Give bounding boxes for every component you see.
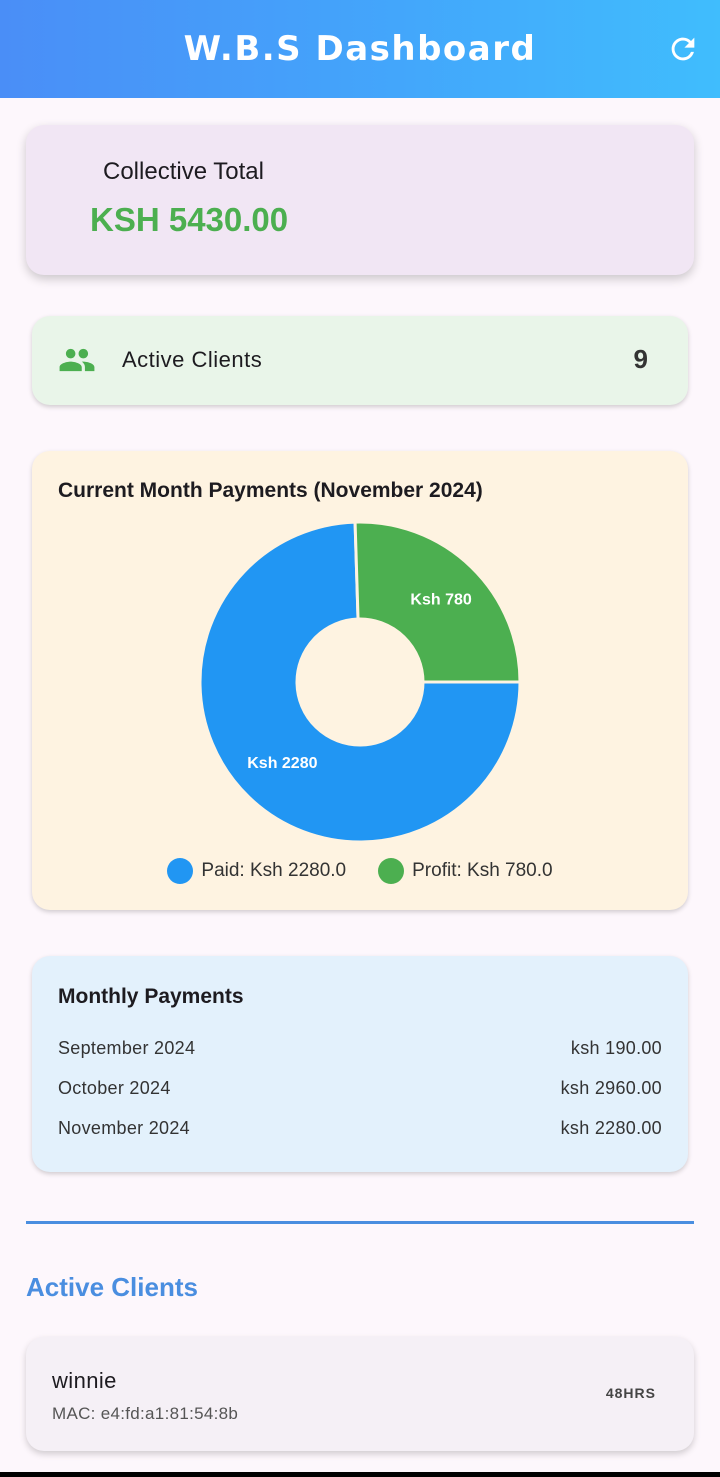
legend-dot-paid [167,858,194,884]
app-title: W.B.S Dashboard [183,29,537,69]
collective-total-card: Collective Total KSH 5430.00 [26,125,694,275]
monthly-payment-amount: ksh 2960.00 [560,1078,662,1098]
people-icon [59,348,95,372]
active-clients-section-title: Active Clients [26,1272,198,1302]
monthly-payment-amount: ksh 190.00 [570,1038,662,1058]
refresh-icon [671,37,695,61]
active-clients-count: 9 [633,344,648,374]
monthly-payment-month: October 2024 [58,1078,171,1098]
client-name: winnie [52,1368,117,1393]
client-duration: 48HRS [605,1385,656,1401]
active-clients-summary-card[interactable]: Active Clients 9 [32,316,688,405]
monthly-payment-row: September 2024 ksh 190.00 [58,1038,662,1059]
client-mac: MAC: e4:fd:a1:81:54:8b [52,1404,239,1423]
collective-total-label: Collective Total [103,158,264,185]
monthly-payment-row: October 2024 ksh 2960.00 [58,1078,662,1099]
monthly-payment-row: November 2024 ksh 2280.00 [58,1118,662,1139]
legend-label-paid: Paid: Ksh 2280.0 [201,860,347,881]
donut-label-profit: Ksh 780 [410,591,471,608]
section-divider [26,1221,694,1224]
donut-label-paid: Ksh 2280 [247,755,317,772]
legend-dot-profit [378,858,405,884]
legend-item-profit: Profit: Ksh 780.0 [378,858,553,884]
client-list-item[interactable]: winnie MAC: e4:fd:a1:81:54:8b 48HRS [26,1337,694,1451]
active-clients-label: Active Clients [122,347,263,372]
refresh-button[interactable] [664,30,702,68]
chart-legend: Paid: Ksh 2280.0 Profit: Ksh 780.0 [32,858,688,884]
legend-item-paid: Paid: Ksh 2280.0 [167,858,346,884]
monthly-payment-month: November 2024 [58,1118,190,1138]
monthly-payments-title: Monthly Payments [58,985,244,1008]
monthly-payment-amount: ksh 2280.00 [560,1118,662,1138]
collective-total-value: KSH 5430.00 [90,201,289,238]
monthly-payment-month: September 2024 [58,1038,196,1058]
legend-label-profit: Profit: Ksh 780.0 [412,860,553,881]
payments-donut-chart: Ksh 2280 Ksh 780 [198,520,522,844]
monthly-payments-card: Monthly Payments September 2024 ksh 190.… [32,956,688,1172]
app-bar: W.B.S Dashboard [0,0,720,98]
system-nav-bar [0,1472,720,1477]
current-month-payments-card: Current Month Payments (November 2024) K… [32,451,688,910]
